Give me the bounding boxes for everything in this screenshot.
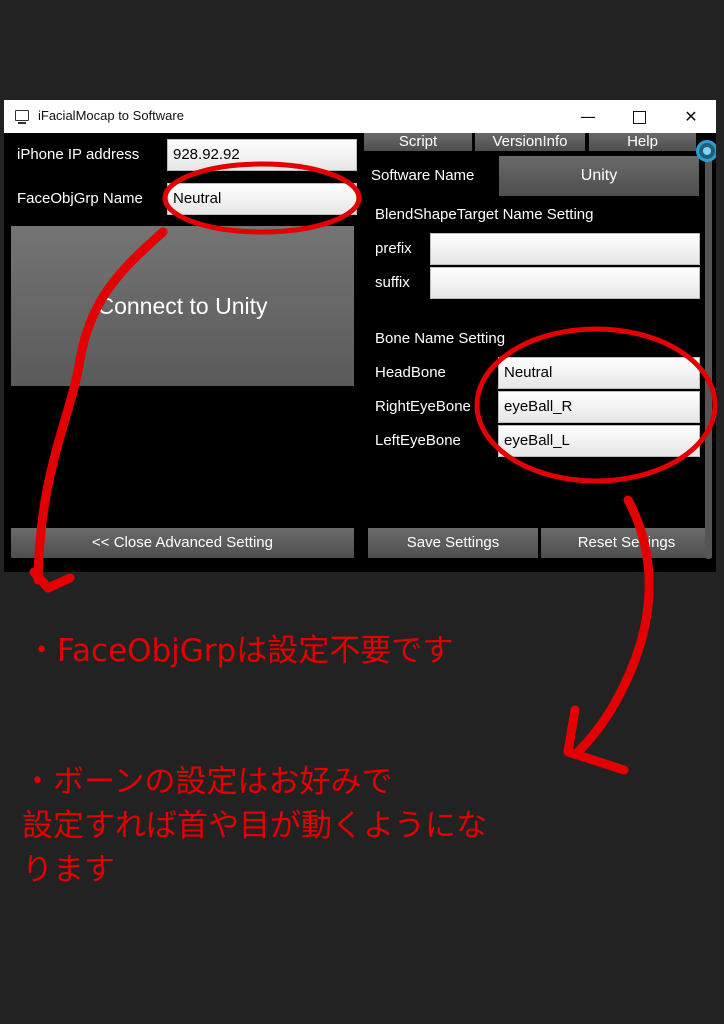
app-window: iFacialMocap to Software — ✕ iPhone IP a… [4, 100, 716, 572]
close-button[interactable]: ✕ [668, 100, 714, 133]
close-advanced-setting-button[interactable]: << Close Advanced Setting [11, 528, 354, 558]
right-arrowhead [563, 705, 629, 775]
lefteyebone-label: LeftEyeBone [375, 432, 461, 449]
annotation-note-bone-line3: ります [22, 852, 115, 888]
minimize-button[interactable]: — [565, 100, 611, 133]
vertical-scrollbar[interactable] [705, 155, 712, 559]
suffix-label: suffix [375, 274, 410, 291]
prefix-input[interactable] [430, 233, 700, 265]
connect-button[interactable]: Connect to Unity [11, 226, 354, 386]
annotation-note-faceobjgrp: ・FaceObjGrpは設定不要です [26, 633, 454, 669]
tab-versioninfo[interactable]: VersionInfo [475, 133, 585, 151]
headbone-label: HeadBone [375, 364, 446, 381]
righteyebone-input[interactable]: eyeBall_R [498, 391, 700, 423]
reset-settings-button[interactable]: Reset Settings [541, 528, 712, 558]
maximize-button[interactable] [616, 100, 662, 133]
ip-address-input[interactable]: 928.92.92 [167, 139, 357, 171]
prefix-label: prefix [375, 240, 412, 257]
window-title: iFacialMocap to Software [38, 108, 184, 123]
annotation-note-bone-line2: 設定すれば首や目が動くようにな [22, 808, 487, 844]
title-bar: iFacialMocap to Software — ✕ [4, 100, 716, 133]
suffix-input[interactable] [430, 267, 700, 299]
lefteyebone-input[interactable]: eyeBall_L [498, 425, 700, 457]
app-window-icon [15, 110, 29, 124]
scrollbar-handle[interactable] [696, 140, 716, 162]
righteyebone-label: RightEyeBone [375, 398, 471, 415]
faceobjgrp-label: FaceObjGrp Name [17, 190, 143, 207]
annotation-note-bone: ・ボーンの設定はお好みで 設定すれば首や目が動くようにな ります [22, 760, 487, 892]
headbone-input[interactable]: Neutral [498, 357, 700, 389]
faceobjgrp-input[interactable]: Neutral [167, 183, 357, 215]
left-arrowhead [29, 567, 75, 593]
tab-help[interactable]: Help [589, 133, 696, 151]
ip-address-label: iPhone IP address [17, 146, 140, 163]
maximize-icon [632, 111, 646, 124]
blendshape-heading: BlendShapeTarget Name Setting [375, 206, 594, 223]
software-name-label: Software Name [371, 167, 475, 184]
tab-script[interactable]: Script [364, 133, 472, 151]
save-settings-button[interactable]: Save Settings [368, 528, 538, 558]
annotation-note-bone-line1: ・ボーンの設定はお好みで [22, 764, 393, 800]
software-name-select[interactable]: Unity [499, 156, 699, 196]
bone-name-heading: Bone Name Setting [375, 330, 506, 347]
